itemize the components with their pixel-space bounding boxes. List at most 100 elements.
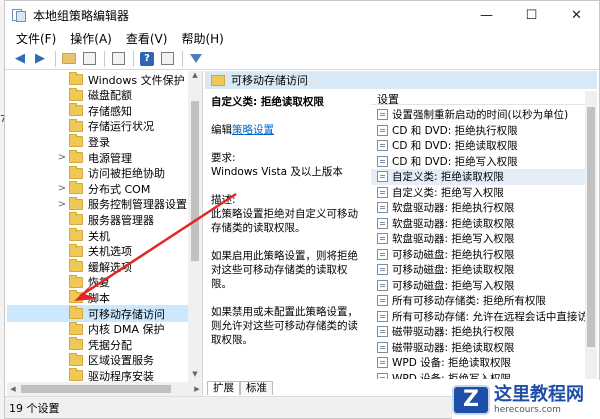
- scroll-right-icon[interactable]: ▶: [191, 382, 202, 396]
- setting-row[interactable]: WPD 设备: 拒绝写入权限: [371, 371, 597, 379]
- tree-item[interactable]: > 分布式 COM: [7, 180, 189, 197]
- policy-setting-icon: [377, 233, 388, 245]
- tree-horizontal-scrollbar[interactable]: ◀ ▶: [7, 382, 202, 396]
- tree-item[interactable]: 存储感知: [7, 102, 189, 119]
- tree-item-label: 内核 DMA 保护: [88, 323, 165, 337]
- forward-arrow-icon[interactable]: ▶: [31, 50, 49, 68]
- menu-bar: 文件(F) 操作(A) 查看(V) 帮助(H): [5, 29, 599, 48]
- scroll-left-icon[interactable]: ◀: [7, 382, 19, 396]
- menu-view[interactable]: 查看(V): [119, 30, 175, 47]
- tree-item[interactable]: 凭据分配: [7, 336, 189, 353]
- tree-item[interactable]: 磁盘配额: [7, 87, 189, 104]
- tree-item[interactable]: 关机选项: [7, 243, 189, 260]
- policy-setting-icon: [377, 217, 388, 229]
- expand-chevron-icon[interactable]: >: [55, 183, 69, 194]
- setting-row[interactable]: 软盘驱动器: 拒绝写入权限: [371, 231, 597, 247]
- folder-icon: [69, 243, 83, 257]
- settings-column-header[interactable]: 设置: [371, 91, 597, 106]
- setting-row[interactable]: CD 和 DVD: 拒绝写入权限: [371, 154, 597, 170]
- tab-standard[interactable]: 标准: [240, 381, 273, 395]
- setting-row[interactable]: 所有可移动存储类: 拒绝所有权限: [371, 293, 597, 309]
- setting-row[interactable]: 可移动磁盘: 拒绝写入权限: [371, 278, 597, 294]
- expand-chevron-icon[interactable]: >: [55, 152, 69, 163]
- setting-row[interactable]: 所有可移动存储: 允许在远程会话中直接访问: [371, 309, 597, 325]
- setting-label: CD 和 DVD: 拒绝读取权限: [392, 140, 518, 153]
- folder-icon: [69, 212, 83, 226]
- tree-item[interactable]: 登录: [7, 133, 189, 150]
- status-text: 19 个设置: [9, 401, 60, 415]
- tree-item[interactable]: 内核 DMA 保护: [7, 321, 189, 338]
- filter-icon[interactable]: [187, 50, 205, 68]
- tree-vertical-scrollbar[interactable]: ▲ ▼: [188, 71, 202, 382]
- tree-item[interactable]: 缓解选项: [7, 258, 189, 275]
- settings-scrollbar[interactable]: [585, 91, 597, 379]
- policy-setting-icon: [377, 264, 388, 276]
- tree-item-label: 凭据分配: [88, 338, 132, 352]
- menu-action[interactable]: 操作(A): [63, 30, 119, 47]
- setting-label: 所有可移动存储类: 拒绝所有权限: [392, 295, 546, 308]
- setting-row[interactable]: 磁带驱动器: 拒绝读取权限: [371, 340, 597, 356]
- toolbar: ◀ ▶ ?: [5, 48, 599, 70]
- setting-row[interactable]: 软盘驱动器: 拒绝执行权限: [371, 200, 597, 216]
- properties-icon[interactable]: [158, 50, 176, 68]
- policy-setting-icon: [377, 171, 388, 183]
- toolbar-separator: [104, 50, 105, 67]
- up-folder-icon[interactable]: [60, 50, 78, 68]
- tree-item[interactable]: 恢复: [7, 274, 189, 291]
- setting-row[interactable]: 软盘驱动器: 拒绝读取权限: [371, 216, 597, 232]
- tree-item[interactable]: 存储运行状况: [7, 118, 189, 135]
- folder-icon: [69, 72, 83, 85]
- setting-row[interactable]: 磁带驱动器: 拒绝执行权限: [371, 324, 597, 340]
- policy-description: 自定义类: 拒绝读取权限 编辑策略设置 要求: Windows Vista 及以…: [205, 91, 367, 379]
- tree-item[interactable]: 脚本: [7, 289, 189, 306]
- tree-hscroll-thumb[interactable]: [21, 385, 171, 393]
- scroll-down-icon[interactable]: ▼: [188, 370, 202, 382]
- tree-item[interactable]: 关机: [7, 227, 189, 244]
- minimize-button[interactable]: —: [464, 1, 509, 29]
- menu-help[interactable]: 帮助(H): [174, 30, 230, 47]
- setting-row[interactable]: CD 和 DVD: 拒绝读取权限: [371, 138, 597, 154]
- setting-label: 磁带驱动器: 拒绝执行权限: [392, 326, 515, 339]
- export-list-icon[interactable]: [109, 50, 127, 68]
- view-tabs: 扩展 标准: [207, 381, 273, 395]
- edit-policy-link[interactable]: 策略设置: [232, 124, 274, 136]
- setting-label: 可移动磁盘: 拒绝写入权限: [392, 279, 515, 292]
- policy-setting-icon: [377, 295, 388, 307]
- tree-item[interactable]: Windows 文件保护: [7, 71, 189, 88]
- policy-setting-icon: [377, 326, 388, 338]
- tree-scroll-thumb[interactable]: [191, 101, 199, 261]
- tree-item[interactable]: 可移动存储访问: [7, 305, 189, 322]
- edit-prefix: 编辑: [211, 124, 232, 136]
- tree-item[interactable]: 服务器管理器: [7, 211, 189, 228]
- show-hide-tree-icon[interactable]: [80, 50, 98, 68]
- tree-item[interactable]: 访问被拒绝协助: [7, 165, 189, 182]
- watermark-text: 这里教程网 herecours.com: [494, 384, 584, 415]
- tab-extended[interactable]: 扩展: [207, 381, 240, 395]
- window-title: 本地组策略编辑器: [33, 8, 130, 23]
- setting-row[interactable]: 自定义类: 拒绝写入权限: [371, 185, 597, 201]
- folder-icon: [69, 150, 83, 163]
- setting-row[interactable]: WPD 设备: 拒绝读取权限: [371, 355, 597, 371]
- expand-chevron-icon[interactable]: >: [55, 199, 69, 210]
- tree-item-label: 登录: [88, 135, 110, 149]
- tree-item[interactable]: > 电源管理: [7, 149, 189, 166]
- policy-setting-icon: [377, 155, 388, 167]
- help-icon[interactable]: ?: [138, 50, 156, 68]
- tree-item-label: 脚本: [88, 291, 110, 305]
- setting-row[interactable]: CD 和 DVD: 拒绝执行权限: [371, 123, 597, 139]
- setting-row[interactable]: 可移动磁盘: 拒绝读取权限: [371, 262, 597, 278]
- close-button[interactable]: ✕: [554, 1, 599, 29]
- menu-file[interactable]: 文件(F): [9, 30, 63, 47]
- folder-icon: [69, 165, 83, 179]
- setting-label: 可移动磁盘: 拒绝读取权限: [392, 264, 515, 277]
- setting-row[interactable]: 设置强制重新启动的时间(以秒为单位): [371, 107, 597, 123]
- setting-row[interactable]: 可移动磁盘: 拒绝执行权限: [371, 247, 597, 263]
- setting-row[interactable]: 自定义类: 拒绝读取权限: [371, 169, 597, 185]
- tree-item-label: 磁盘配额: [88, 89, 132, 103]
- tree-item[interactable]: > 服务控制管理器设置: [7, 196, 189, 213]
- tree-item[interactable]: 区域设置服务: [7, 352, 189, 369]
- settings-scroll-thumb[interactable]: [587, 107, 595, 347]
- back-arrow-icon[interactable]: ◀: [11, 50, 29, 68]
- maximize-button[interactable]: ☐: [509, 1, 554, 29]
- scroll-up-icon[interactable]: ▲: [188, 71, 202, 83]
